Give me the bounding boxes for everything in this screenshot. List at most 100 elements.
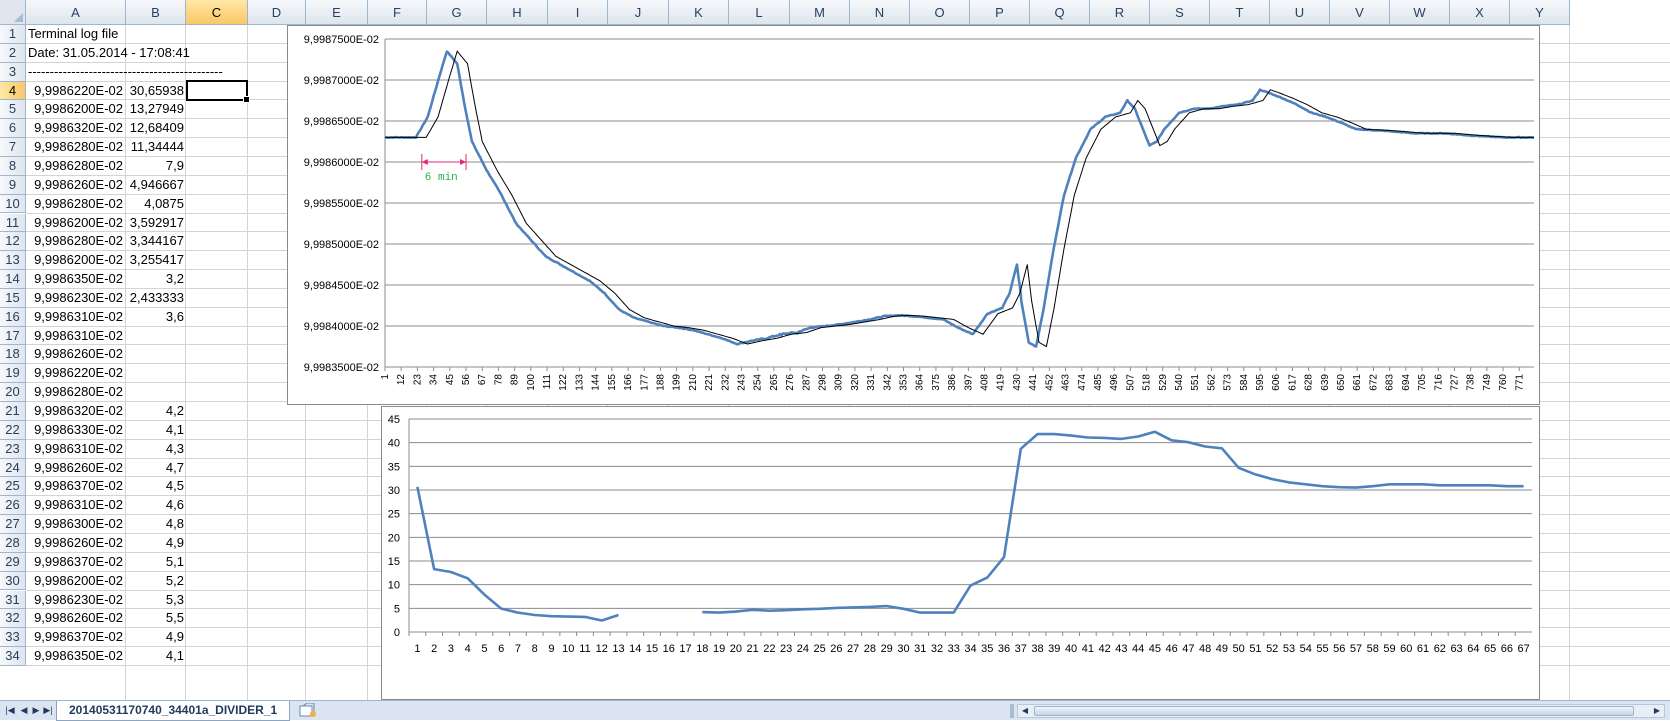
active-cell-c4[interactable] — [186, 80, 250, 103]
cell-a11[interactable]: 9,9986200E-02 — [26, 214, 123, 233]
column-header-r[interactable]: R — [1090, 0, 1150, 25]
column-header-s[interactable]: S — [1150, 0, 1210, 25]
row-header-29[interactable]: 29 — [0, 552, 26, 572]
row-header-11[interactable]: 11 — [0, 213, 26, 233]
cell-a12[interactable]: 9,9986280E-02 — [26, 232, 123, 251]
cell-a28[interactable]: 9,9986260E-02 — [26, 534, 123, 553]
cell-b33[interactable]: 4,9 — [126, 628, 184, 647]
row-header-24[interactable]: 24 — [0, 458, 26, 478]
cell-b12[interactable]: 3,344167 — [126, 232, 184, 251]
chart-top-line[interactable]: 9,9983500E-02 9,9984000E-02 9,9984500E-02 9… — [287, 25, 1540, 405]
cell-b14[interactable]: 3,2 — [126, 270, 184, 289]
cell-b32[interactable]: 5,5 — [126, 609, 184, 628]
cell-a10[interactable]: 9,9986280E-02 — [26, 195, 123, 214]
cell-a2[interactable]: Date: 31.05.2014 - 17:08:41 — [28, 44, 190, 63]
cell-a7[interactable]: 9,9986280E-02 — [26, 138, 123, 157]
cell-b22[interactable]: 4,1 — [126, 421, 184, 440]
cell-a18[interactable]: 9,9986260E-02 — [26, 345, 123, 364]
row-header-13[interactable]: 13 — [0, 251, 26, 271]
cell-a22[interactable]: 9,9986330E-02 — [26, 421, 123, 440]
cell-b10[interactable]: 4,0875 — [126, 195, 184, 214]
column-header-b[interactable]: B — [126, 0, 186, 25]
cell-b15[interactable]: 2,433333 — [126, 289, 184, 308]
column-header-m[interactable]: M — [790, 0, 850, 25]
horizontal-scrollbar[interactable]: ◀ ▶ — [1017, 704, 1665, 718]
column-header-o[interactable]: O — [910, 0, 970, 25]
cell-b11[interactable]: 3,592917 — [126, 214, 184, 233]
cell-a13[interactable]: 9,9986200E-02 — [26, 251, 123, 270]
cell-a24[interactable]: 9,9986260E-02 — [26, 459, 123, 478]
row-header-6[interactable]: 6 — [0, 119, 26, 139]
row-header-18[interactable]: 18 — [0, 345, 26, 365]
column-header-c[interactable]: C — [186, 0, 248, 25]
column-header-v[interactable]: V — [1330, 0, 1390, 25]
column-header-n[interactable]: N — [850, 0, 910, 25]
row-header-5[interactable]: 5 — [0, 100, 26, 120]
row-header-30[interactable]: 30 — [0, 571, 26, 591]
row-header-23[interactable]: 23 — [0, 439, 26, 459]
column-header-h[interactable]: H — [487, 0, 548, 25]
row-header-16[interactable]: 16 — [0, 307, 26, 327]
column-header-t[interactable]: T — [1210, 0, 1270, 25]
cell-b28[interactable]: 4,9 — [126, 534, 184, 553]
cell-b34[interactable]: 4,1 — [126, 647, 184, 666]
cell-a19[interactable]: 9,9986220E-02 — [26, 364, 123, 383]
cell-b13[interactable]: 3,255417 — [126, 251, 184, 270]
column-header-j[interactable]: J — [608, 0, 669, 25]
cell-a3[interactable]: ----------------------------------------… — [28, 63, 246, 82]
row-header-19[interactable]: 19 — [0, 364, 26, 384]
column-header-d[interactable]: D — [248, 0, 306, 25]
chart-bottom-line[interactable]: 0 5 10 15 20 25 30 35 40 45 1 2 3 4 5 6 7 8 9 10 11 12 13 14 15 1… — [381, 406, 1540, 700]
row-header-1[interactable]: 1 — [0, 25, 26, 44]
tab-split-handle[interactable] — [1010, 704, 1014, 718]
column-header-u[interactable]: U — [1270, 0, 1330, 25]
column-header-g[interactable]: G — [427, 0, 487, 25]
row-header-9[interactable]: 9 — [0, 175, 26, 195]
row-header-33[interactable]: 33 — [0, 628, 26, 648]
cell-a27[interactable]: 9,9986300E-02 — [26, 515, 123, 534]
cell-a17[interactable]: 9,9986310E-02 — [26, 327, 123, 346]
cell-a25[interactable]: 9,9986370E-02 — [26, 477, 123, 496]
cell-b21[interactable]: 4,2 — [126, 402, 184, 421]
insert-sheet-icon[interactable] — [298, 703, 318, 718]
row-header-10[interactable]: 10 — [0, 194, 26, 214]
cell-a31[interactable]: 9,9986230E-02 — [26, 591, 123, 610]
cell-b4[interactable]: 30,65938 — [126, 82, 184, 101]
cell-a20[interactable]: 9,9986280E-02 — [26, 383, 123, 402]
row-header-21[interactable]: 21 — [0, 402, 26, 421]
cell-b8[interactable]: 7,9 — [126, 157, 184, 176]
row-header-14[interactable]: 14 — [0, 270, 26, 289]
cell-b26[interactable]: 4,6 — [126, 496, 184, 515]
select-all-corner[interactable] — [0, 0, 26, 25]
row-header-2[interactable]: 2 — [0, 43, 26, 63]
column-header-p[interactable]: P — [970, 0, 1030, 25]
cell-a14[interactable]: 9,9986350E-02 — [26, 270, 123, 289]
column-header-f[interactable]: F — [368, 0, 427, 25]
cell-a21[interactable]: 9,9986320E-02 — [26, 402, 123, 421]
worksheet-grid[interactable]: ABCDEFGHIJKLMNOPQRSTUVWXY 1 2 3 4 5 6 7 8 9 10 11 1… — [0, 0, 1670, 700]
cell-b24[interactable]: 4,7 — [126, 459, 184, 478]
cell-a26[interactable]: 9,9986310E-02 — [26, 496, 123, 515]
sheet-tab-active[interactable]: 20140531170740_34401a_DIVIDER_1 — [56, 701, 291, 721]
cell-b6[interactable]: 12,68409 — [126, 119, 184, 138]
row-header-12[interactable]: 12 — [0, 232, 26, 252]
cell-a8[interactable]: 9,9986280E-02 — [26, 157, 123, 176]
cell-a5[interactable]: 9,9986200E-02 — [26, 100, 123, 119]
row-header-34[interactable]: 34 — [0, 647, 26, 666]
row-header-4[interactable]: 4 — [0, 81, 26, 101]
row-header-22[interactable]: 22 — [0, 420, 26, 440]
column-header-l[interactable]: L — [729, 0, 790, 25]
row-header-25[interactable]: 25 — [0, 477, 26, 497]
next-sheet-icon[interactable]: ▶ — [30, 704, 42, 717]
column-header-y[interactable]: Y — [1510, 0, 1570, 25]
cell-a6[interactable]: 9,9986320E-02 — [26, 119, 123, 138]
scroll-thumb[interactable] — [1034, 706, 1634, 716]
cell-b16[interactable]: 3,6 — [126, 308, 184, 327]
column-header-q[interactable]: Q — [1030, 0, 1090, 25]
cell-a15[interactable]: 9,9986230E-02 — [26, 289, 123, 308]
row-header-26[interactable]: 26 — [0, 496, 26, 516]
cell-a9[interactable]: 9,9986260E-02 — [26, 176, 123, 195]
scroll-right-icon[interactable]: ▶ — [1650, 705, 1664, 717]
first-sheet-icon[interactable]: |◀ — [4, 704, 16, 717]
row-header-31[interactable]: 31 — [0, 590, 26, 610]
